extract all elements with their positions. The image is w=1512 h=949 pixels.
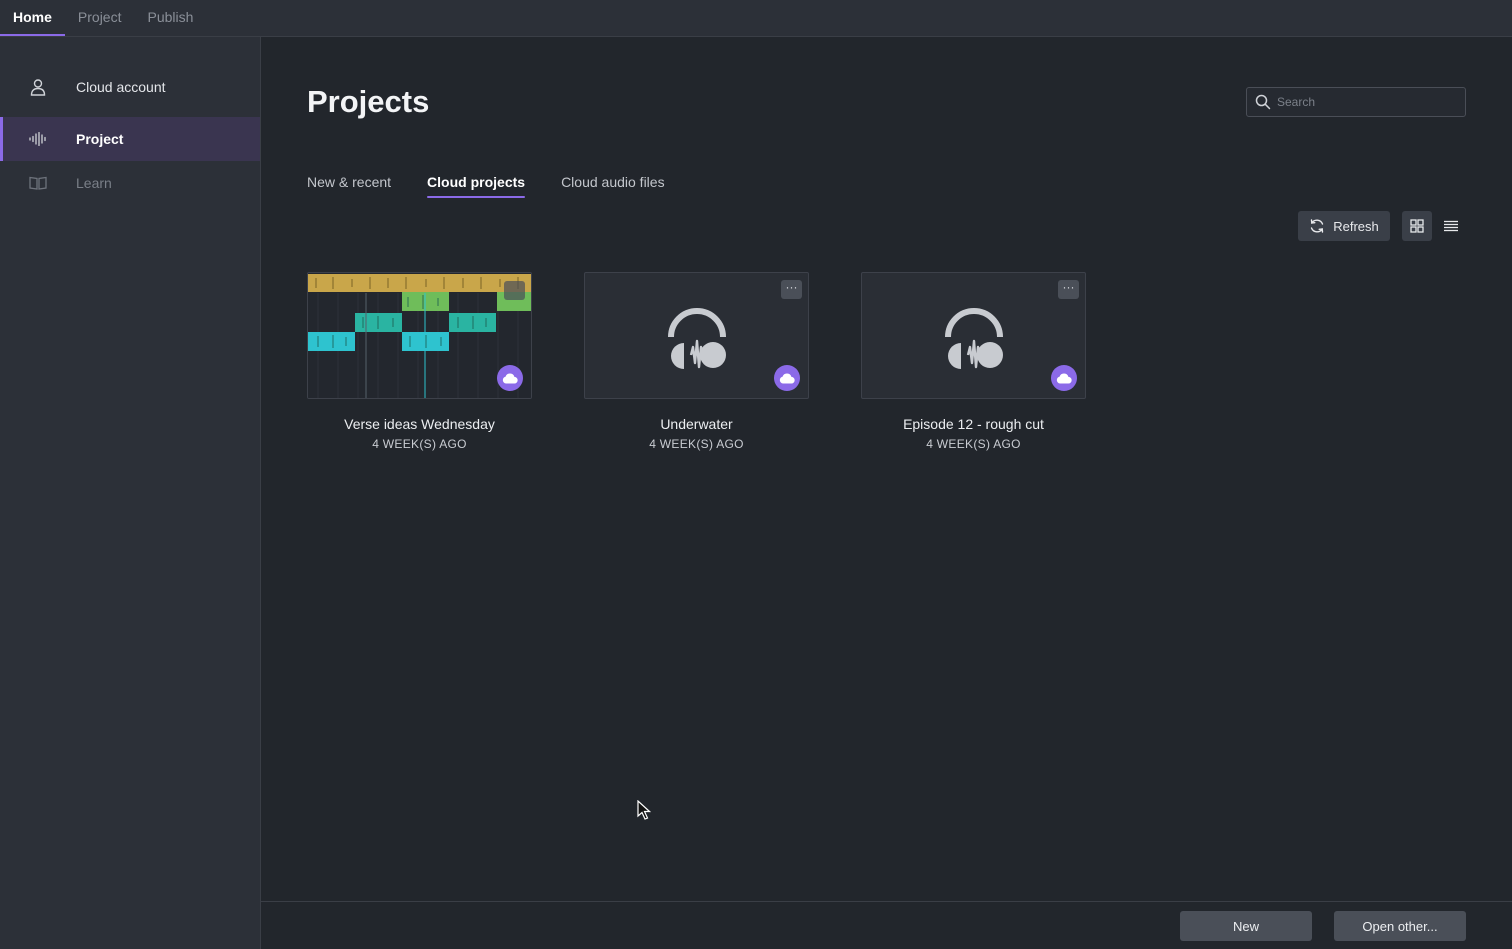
refresh-label: Refresh <box>1333 218 1379 234</box>
list-icon <box>1444 220 1458 232</box>
refresh-button[interactable]: Refresh <box>1298 211 1390 241</box>
tab-new-recent[interactable]: New & recent <box>307 174 391 198</box>
menu-tab-project[interactable]: Project <box>65 0 135 36</box>
project-name: Verse ideas Wednesday <box>344 416 495 432</box>
more-options-button[interactable]: ··· <box>781 280 802 299</box>
project-card[interactable]: ··· Underwater 4 WEEK(S) AGO <box>584 272 809 451</box>
grid-view-button[interactable] <box>1402 211 1432 241</box>
project-date: 4 WEEK(S) AGO <box>372 437 467 451</box>
search-icon <box>1255 94 1271 110</box>
project-card[interactable]: Verse ideas Wednesday 4 WEEK(S) AGO <box>307 272 532 451</box>
sidebar-item-label: Cloud account <box>76 79 166 95</box>
audacity-logo-icon <box>668 308 726 369</box>
sidebar-item-project[interactable]: Project <box>0 117 260 161</box>
project-thumbnail[interactable]: ··· <box>861 272 1086 399</box>
project-name: Episode 12 - rough cut <box>903 416 1044 432</box>
tab-cloud-audio-files[interactable]: Cloud audio files <box>561 174 665 198</box>
bottom-action-bar: New Open other... <box>261 901 1512 949</box>
open-other-button[interactable]: Open other... <box>1334 911 1466 941</box>
page-title: Projects <box>307 84 430 119</box>
list-view-button[interactable] <box>1436 211 1466 241</box>
cloud-icon <box>1051 365 1077 391</box>
cloud-icon <box>497 365 523 391</box>
grid-icon <box>1410 219 1424 233</box>
sidebar-item-label: Project <box>76 131 124 147</box>
refresh-icon <box>1311 219 1324 233</box>
project-thumbnail[interactable]: ··· <box>584 272 809 399</box>
sidebar: Cloud account Project Learn <box>0 37 261 949</box>
book-icon <box>28 173 48 193</box>
sidebar-item-cloud-account[interactable]: Cloud account <box>0 65 260 109</box>
project-thumbnail[interactable] <box>307 272 532 399</box>
sidebar-item-label: Learn <box>76 175 112 191</box>
search-box[interactable] <box>1246 87 1466 117</box>
project-date: 4 WEEK(S) AGO <box>649 437 744 451</box>
user-icon <box>28 77 48 97</box>
more-options-button[interactable]: ··· <box>1058 280 1079 299</box>
cloud-icon <box>774 365 800 391</box>
project-tabs: New & recent Cloud projects Cloud audio … <box>307 174 701 198</box>
search-input[interactable] <box>1277 95 1457 109</box>
project-date: 4 WEEK(S) AGO <box>926 437 1021 451</box>
project-name: Underwater <box>660 416 733 432</box>
menu-tab-publish[interactable]: Publish <box>134 0 206 36</box>
waveform-icon <box>28 129 48 149</box>
top-menu-bar: Home Project Publish <box>0 0 1512 37</box>
project-card[interactable]: ··· Episode 12 - rough cut 4 WEEK(S) AGO <box>861 272 1086 451</box>
mouse-cursor-icon <box>637 800 651 820</box>
sidebar-item-learn[interactable]: Learn <box>0 161 260 205</box>
audacity-logo-icon <box>945 308 1003 369</box>
tab-cloud-projects[interactable]: Cloud projects <box>427 174 526 198</box>
menu-tab-home[interactable]: Home <box>0 0 65 36</box>
new-button[interactable]: New <box>1180 911 1312 941</box>
